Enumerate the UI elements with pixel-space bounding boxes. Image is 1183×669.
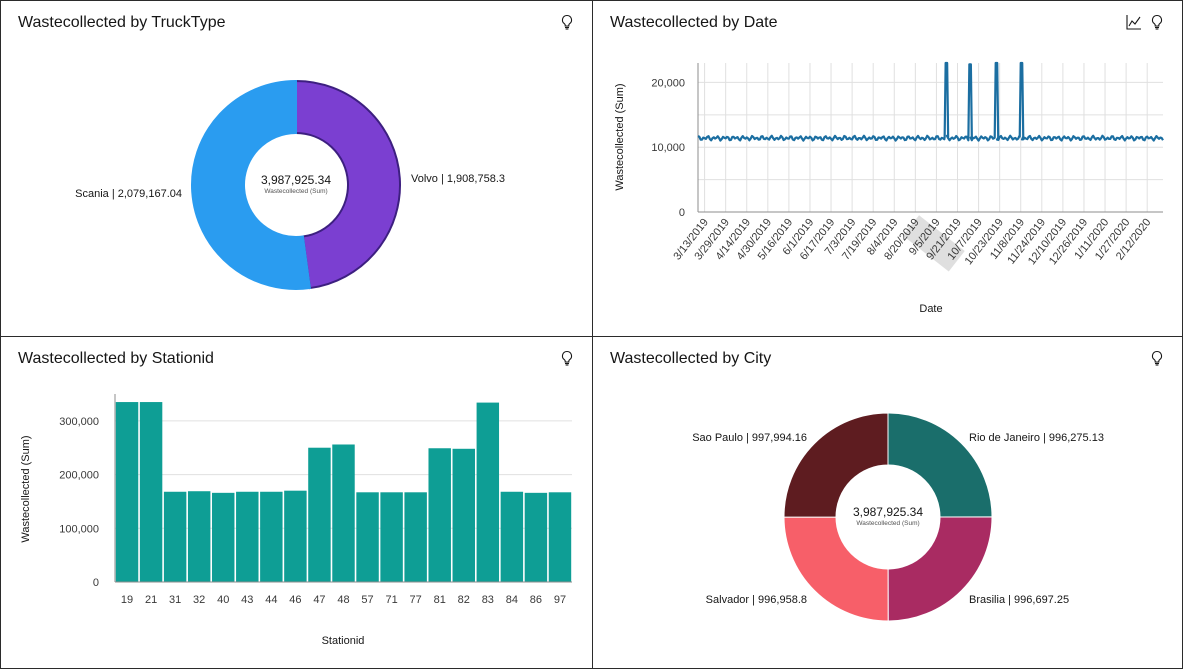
y-tick-label: 0	[93, 577, 99, 589]
y-axis-title: Wastecollected (Sum)	[20, 435, 32, 542]
bar-station-47	[308, 447, 331, 582]
bar-station-82	[452, 448, 475, 582]
x-tick-label: 40	[217, 594, 229, 606]
x-tick-label: 71	[385, 594, 397, 606]
x-tick-label: 84	[506, 594, 518, 606]
slice-label: Brasilia | 996,697.25	[969, 594, 1069, 606]
donut-slice-rio-de-janeiro	[887, 412, 993, 518]
bar-station-84	[500, 491, 524, 582]
bar-station-46	[284, 490, 307, 582]
bar-station-97	[548, 492, 572, 582]
y-tick-label: 100,000	[59, 523, 99, 535]
x-tick-label: 82	[458, 594, 470, 606]
y-tick-label: 20,000	[651, 77, 685, 89]
bar-station-19	[115, 402, 139, 582]
x-tick-label: 43	[241, 594, 253, 606]
center-total-label: Wastecollected (Sum)	[856, 520, 919, 527]
bar-station-40	[212, 492, 235, 582]
bar-station-21	[139, 402, 163, 582]
slice-label: Sao Paulo | 997,994.16	[692, 432, 807, 444]
x-tick-label: 83	[482, 594, 494, 606]
center-total-value: 3,987,925.34	[853, 505, 923, 519]
stationid-panel: Wastecollected by Stationid 19 21 31 32 40 43…	[0, 336, 593, 669]
x-axis-title: Stationid	[322, 635, 365, 647]
x-tick-label: 21	[145, 594, 157, 606]
bar-station-32	[187, 491, 211, 582]
x-tick-label: 97	[554, 594, 566, 606]
y-tick-label: 10,000	[651, 142, 685, 154]
truck-type-panel: Wastecollected by TruckType Volvo | 1,90…	[0, 0, 593, 337]
x-tick-label: 48	[337, 594, 349, 606]
bar-station-83	[476, 402, 500, 582]
x-tick-label: 86	[530, 594, 542, 606]
x-tick-label: 81	[434, 594, 446, 606]
x-tick-label: 19	[121, 594, 133, 606]
bar-station-86	[524, 492, 548, 582]
x-tick-label: 77	[410, 594, 422, 606]
bar-station-44	[260, 491, 283, 582]
city-panel: Wastecollected by City Rio de Janeiro | …	[592, 336, 1183, 669]
y-axis-title: Wastecollected (Sum)	[614, 83, 626, 190]
stationid-bar-chart: 19 21 31 32 40 43 44 46 47 48 57 71 77 81 82 83 84 86 97 0 1…	[20, 394, 572, 647]
bar-station-48	[332, 444, 355, 582]
slice-label: Scania | 2,079,167.04	[75, 188, 182, 200]
x-tick-label: 44	[265, 594, 277, 606]
bar-station-81	[428, 448, 451, 582]
x-tick-label: 46	[289, 594, 301, 606]
bar-station-31	[163, 491, 187, 582]
date-line-chart: 3/13/20193/29/20194/14/20194/30/20195/16…	[614, 61, 1164, 315]
x-axis-title: Date	[919, 303, 942, 315]
bar-station-77	[404, 492, 427, 582]
date-panel: Wastecollected by Date 3/13/2019 3/29/201…	[592, 0, 1183, 337]
x-tick-label: 31	[169, 594, 181, 606]
bar-station-43	[236, 491, 259, 582]
y-tick-label: 0	[679, 207, 685, 219]
center-total-value: 3,987,925.34	[261, 173, 331, 187]
x-tick-label: 32	[193, 594, 205, 606]
bar-station-71	[380, 492, 403, 582]
truck-type-donut-chart: Volvo | 1,908,758.3 Scania | 2,079,167.04…	[75, 79, 505, 290]
x-tick-label: 47	[313, 594, 325, 606]
slice-label: Rio de Janeiro | 996,275.13	[969, 432, 1104, 444]
x-tick-label: 57	[361, 594, 373, 606]
slice-label: Salvador | 996,958.8	[706, 594, 807, 606]
y-tick-label: 300,000	[59, 416, 99, 428]
donut-slice-sao-paulo	[783, 412, 889, 518]
y-tick-label: 200,000	[59, 470, 99, 482]
bar-station-57	[356, 492, 379, 582]
center-total-label: Wastecollected (Sum)	[264, 188, 327, 195]
slice-label: Volvo | 1,908,758.3	[411, 173, 505, 185]
city-donut-chart: Rio de Janeiro | 996,275.13 Brasilia | 99…	[692, 412, 1104, 622]
